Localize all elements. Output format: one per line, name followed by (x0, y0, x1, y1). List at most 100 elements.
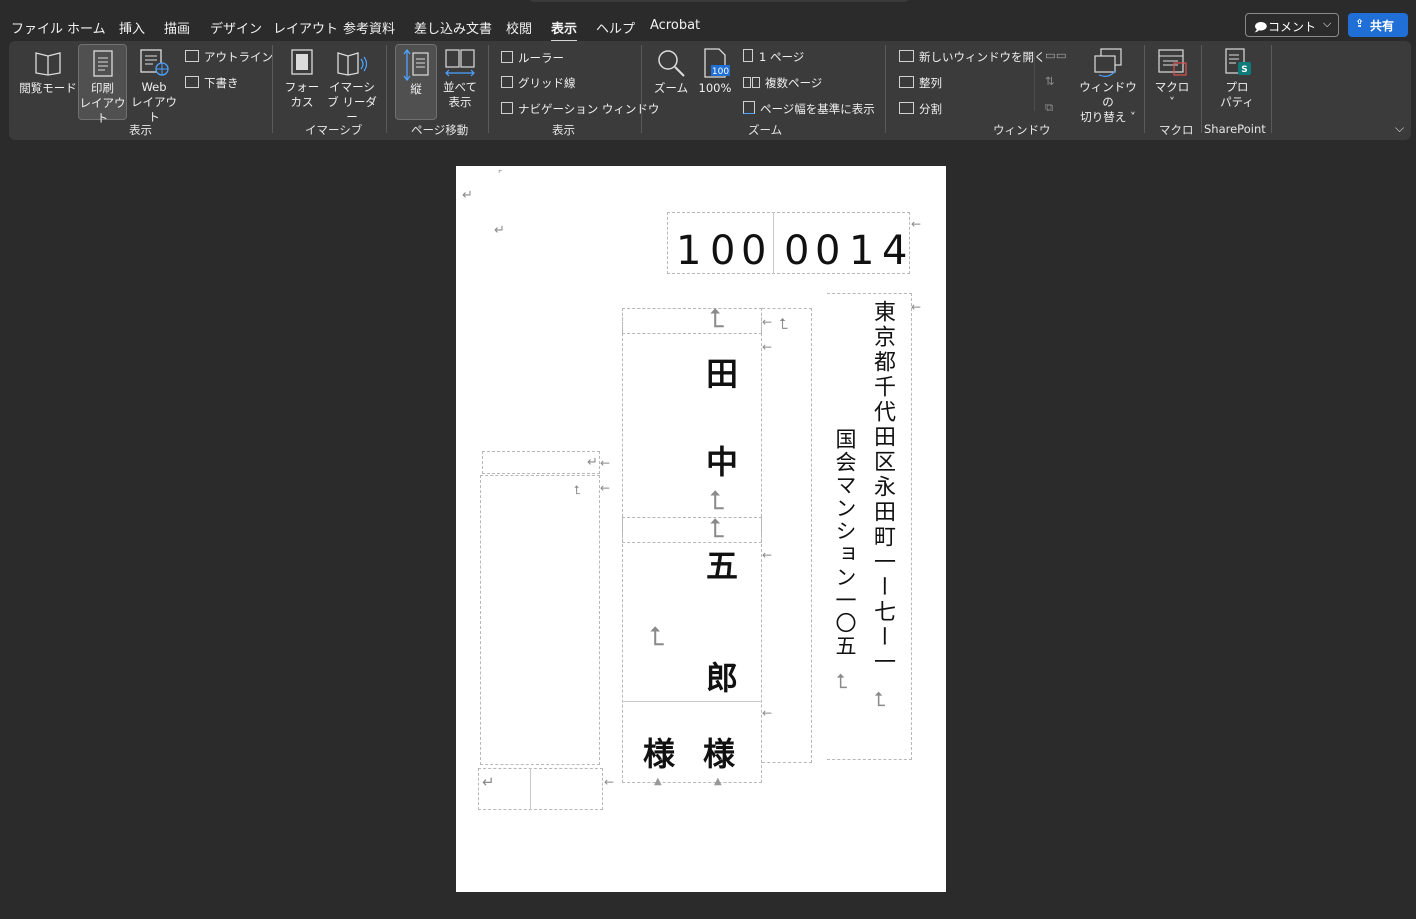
print-layout-button[interactable]: 印刷 レイアウト (78, 44, 127, 125)
print-layout-label-2: レイアウト (79, 96, 126, 125)
tab-mailings[interactable]: 差し込み文書 (414, 18, 492, 37)
name-char: 五 (706, 547, 739, 585)
outline-label: アウトライン (204, 50, 273, 64)
checkbox-icon (501, 76, 513, 88)
crop-mark-icon: ⌜ (498, 170, 503, 180)
name-frame-outer[interactable] (622, 308, 762, 783)
name-frame-rule (622, 701, 762, 702)
group-label-sharepoint: SharePoint (1204, 122, 1266, 136)
navigation-pane-checkbox[interactable]: ナビゲーション ウィンドウ (501, 101, 659, 117)
multiple-pages-button[interactable]: 複数ページ (743, 75, 822, 91)
anchor-icon: ⮤ (649, 622, 665, 652)
zoom-100-label: 100% (698, 81, 732, 95)
ribbon-collapse-icon[interactable]: ⌵ (1395, 121, 1404, 136)
end-of-cell-mark: ← (762, 315, 773, 329)
arrange-all-button[interactable]: 整列 (899, 75, 942, 91)
tab-layout[interactable]: レイアウト (273, 18, 338, 37)
honorific: 様 (703, 735, 736, 773)
new-window-button[interactable]: 新しいウィンドウを開く (899, 49, 1046, 65)
group-label-immersive: イマーシブ (305, 123, 363, 137)
tab-review[interactable]: 校閲 (506, 18, 532, 37)
macros-button[interactable]: マクロ ˅ (1152, 47, 1192, 119)
zoom-100-button[interactable]: 100 100% (695, 47, 735, 107)
paragraph-mark: ↵ (482, 773, 495, 791)
one-page-label: 1 ページ (759, 50, 805, 64)
tab-acrobat[interactable]: Acrobat (650, 18, 700, 33)
tab-home[interactable]: ホーム (67, 18, 106, 37)
document-page[interactable]: ⌜ ↵ ↵ 1 0 0 0 0 1 4 ← ← 東京都千代田区永田町一ー七ー一 … (456, 166, 946, 892)
gridlines-label: グリッド線 (518, 76, 576, 90)
one-page-button[interactable]: 1 ページ (743, 49, 804, 65)
group-label-window: ウィンドウ (993, 123, 1051, 137)
address-line-1: 東京都千代田区永田町一ー七ー一 (870, 300, 895, 675)
ribbon-separator (1201, 45, 1202, 133)
ribbon-separator (386, 45, 387, 133)
share-button[interactable]: ⇪ 共有 (1348, 13, 1408, 37)
draft-button[interactable]: 下書き (185, 75, 239, 91)
synchronous-scrolling-icon: ⇅ (1045, 74, 1055, 88)
side-to-side-label-1: 並べて (442, 80, 478, 94)
web-layout-button[interactable]: Web レイアウト (129, 47, 179, 124)
checkbox-icon (501, 102, 513, 114)
book-icon (35, 52, 61, 76)
switch-windows-icon (1094, 48, 1122, 77)
focus-button[interactable]: フォー カス (281, 47, 323, 119)
tab-references[interactable]: 参考資料 (343, 18, 395, 37)
sender-frame[interactable] (480, 475, 600, 765)
multiple-pages-label: 複数ページ (765, 76, 823, 90)
end-of-cell-mark: ← (911, 217, 922, 231)
switch-windows-label-2: 切り替え ˅ (1080, 110, 1136, 124)
postal-digit: 0 (784, 228, 810, 274)
name-frame-side (762, 308, 812, 763)
view-side-by-side-icon[interactable]: ▭▭ (1045, 48, 1067, 62)
split-button[interactable]: 分割 (899, 101, 942, 117)
sender-postal-frame[interactable] (478, 768, 603, 810)
zoom-label: ズーム (653, 81, 689, 95)
outline-button[interactable]: アウトライン (185, 49, 273, 65)
page-width-button[interactable]: ページ幅を基準に表示 (743, 101, 875, 117)
magnifier-icon (658, 50, 685, 77)
split-icon (899, 102, 914, 114)
zoom-button[interactable]: ズーム (651, 47, 691, 107)
ruler-checkbox[interactable]: ルーラー (501, 50, 564, 66)
properties-button[interactable]: S プロ パティ (1215, 47, 1259, 119)
side-to-side-button[interactable]: 並べて 表示 (439, 47, 481, 119)
tab-help[interactable]: ヘルプ (596, 18, 635, 37)
navigation-pane-label: ナビゲーション ウィンドウ (518, 102, 660, 116)
tab-design[interactable]: デザイン (210, 18, 262, 37)
tab-insert[interactable]: 挿入 (119, 18, 145, 37)
sender-postal-divider (530, 768, 531, 810)
title-search-strip[interactable] (528, 0, 910, 2)
honorific: 様 (643, 735, 676, 773)
tab-file[interactable]: ファイル (11, 18, 63, 37)
ribbon-separator (1034, 51, 1035, 111)
gridlines-checkbox[interactable]: グリッド線 (501, 75, 576, 91)
ruler-label: ルーラー (518, 51, 564, 65)
new-window-label: 新しいウィンドウを開く (919, 50, 1046, 64)
sharepoint-badge-text: S (1241, 65, 1247, 75)
name-frame-header (622, 308, 762, 334)
switch-windows-button[interactable]: ウィンドウの 切り替え ˅ (1075, 47, 1141, 124)
focus-label-1: フォー (284, 80, 320, 94)
anchor-icon: ⮤ (709, 304, 725, 334)
name-char: 田 (706, 355, 739, 393)
immersive-reader-button[interactable]: イマーシ ブ リーダー (325, 47, 379, 124)
read-mode-button[interactable]: 閲覧モード (19, 47, 77, 107)
name-char: 中 (706, 443, 739, 481)
anchor-icon: ▲ (714, 776, 722, 787)
tab-draw[interactable]: 描画 (164, 18, 190, 37)
arrange-icon (899, 76, 914, 88)
multiple-pages-icon (743, 77, 751, 88)
draft-icon (185, 76, 199, 88)
vertical-movement-button[interactable]: 縦 (395, 44, 437, 120)
anchor-icon: ⮤ (836, 669, 848, 693)
sender-frame-header[interactable] (482, 451, 600, 474)
comment-button[interactable]: 🗩 コメント ⌵ (1245, 13, 1339, 37)
page-width-icon (743, 101, 755, 114)
anchor-icon: ▲ (654, 776, 662, 787)
web-page-icon (140, 49, 169, 76)
tab-view[interactable]: 表示 (551, 18, 578, 42)
macro-icon (1158, 49, 1187, 76)
zoom-100-icon: 100 (704, 48, 730, 78)
postal-digit: 1 (849, 228, 875, 274)
